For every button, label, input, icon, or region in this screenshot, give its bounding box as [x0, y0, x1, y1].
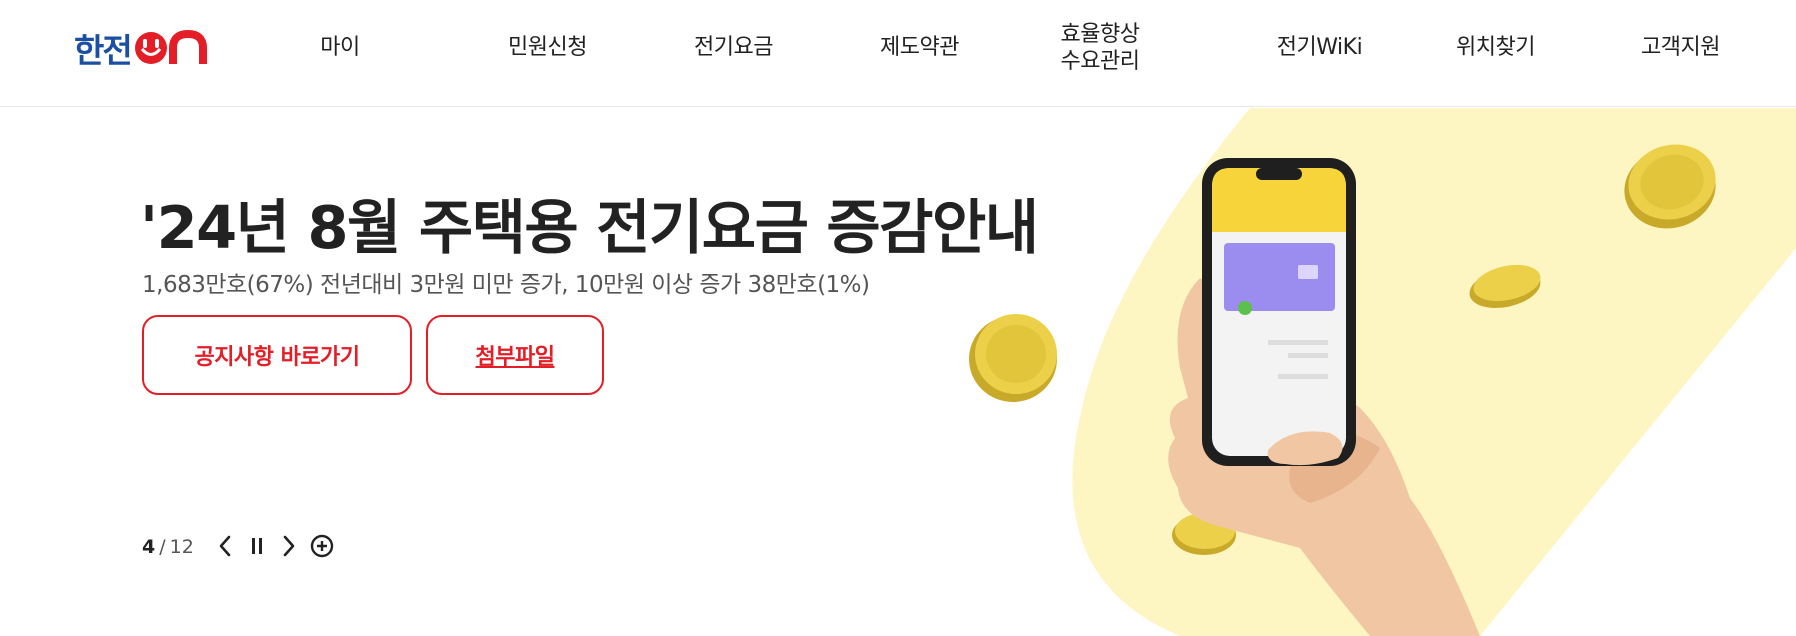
nav-item-policy-terms[interactable]: 제도약관 — [867, 0, 972, 95]
attachment-button[interactable]: 첨부파일 — [426, 315, 604, 395]
nav-item-electric-wiki[interactable]: 전기WiKi — [1262, 0, 1377, 95]
hero-subline: 1,683만호(67%) 전년대비 3만원 미만 증가, 10만원 이상 증가 … — [142, 272, 870, 298]
nav-item-customer-support[interactable]: 고객지원 — [1628, 0, 1733, 95]
nav-item-location-finder[interactable]: 위치찾기 — [1443, 0, 1548, 95]
smartphone-illustration — [1202, 158, 1356, 466]
slide-pager: 4 / 12 — [142, 536, 194, 558]
slide-current: 4 — [142, 536, 156, 558]
site-header: 한전 마이 민원신청 전기요금 제도약관 효율향상 수요관리 전기WiKi 위치… — [0, 0, 1796, 107]
slide-separator: / — [159, 536, 166, 558]
pause-icon[interactable] — [242, 531, 272, 561]
nav-item-my[interactable]: 마이 — [300, 0, 380, 95]
main-nav: 마이 민원신청 전기요금 제도약관 효율향상 수요관리 전기WiKi 위치찾기 … — [0, 0, 1796, 107]
coin-icon — [969, 314, 1057, 402]
hero-headline: '24년 8월 주택용 전기요금 증감안내 — [140, 193, 1039, 262]
chevron-left-icon[interactable] — [210, 531, 240, 561]
plus-circle-icon[interactable] — [307, 531, 337, 561]
nav-item-electric-bill[interactable]: 전기요금 — [681, 0, 786, 95]
nav-item-efficiency-demand[interactable]: 효율향상 수요관리 — [1045, 0, 1155, 95]
slide-total: 12 — [169, 536, 194, 558]
notice-link-button[interactable]: 공지사항 바로가기 — [142, 315, 412, 395]
nav-item-civil-request[interactable]: 민원신청 — [495, 0, 600, 95]
chevron-right-icon[interactable] — [274, 531, 304, 561]
